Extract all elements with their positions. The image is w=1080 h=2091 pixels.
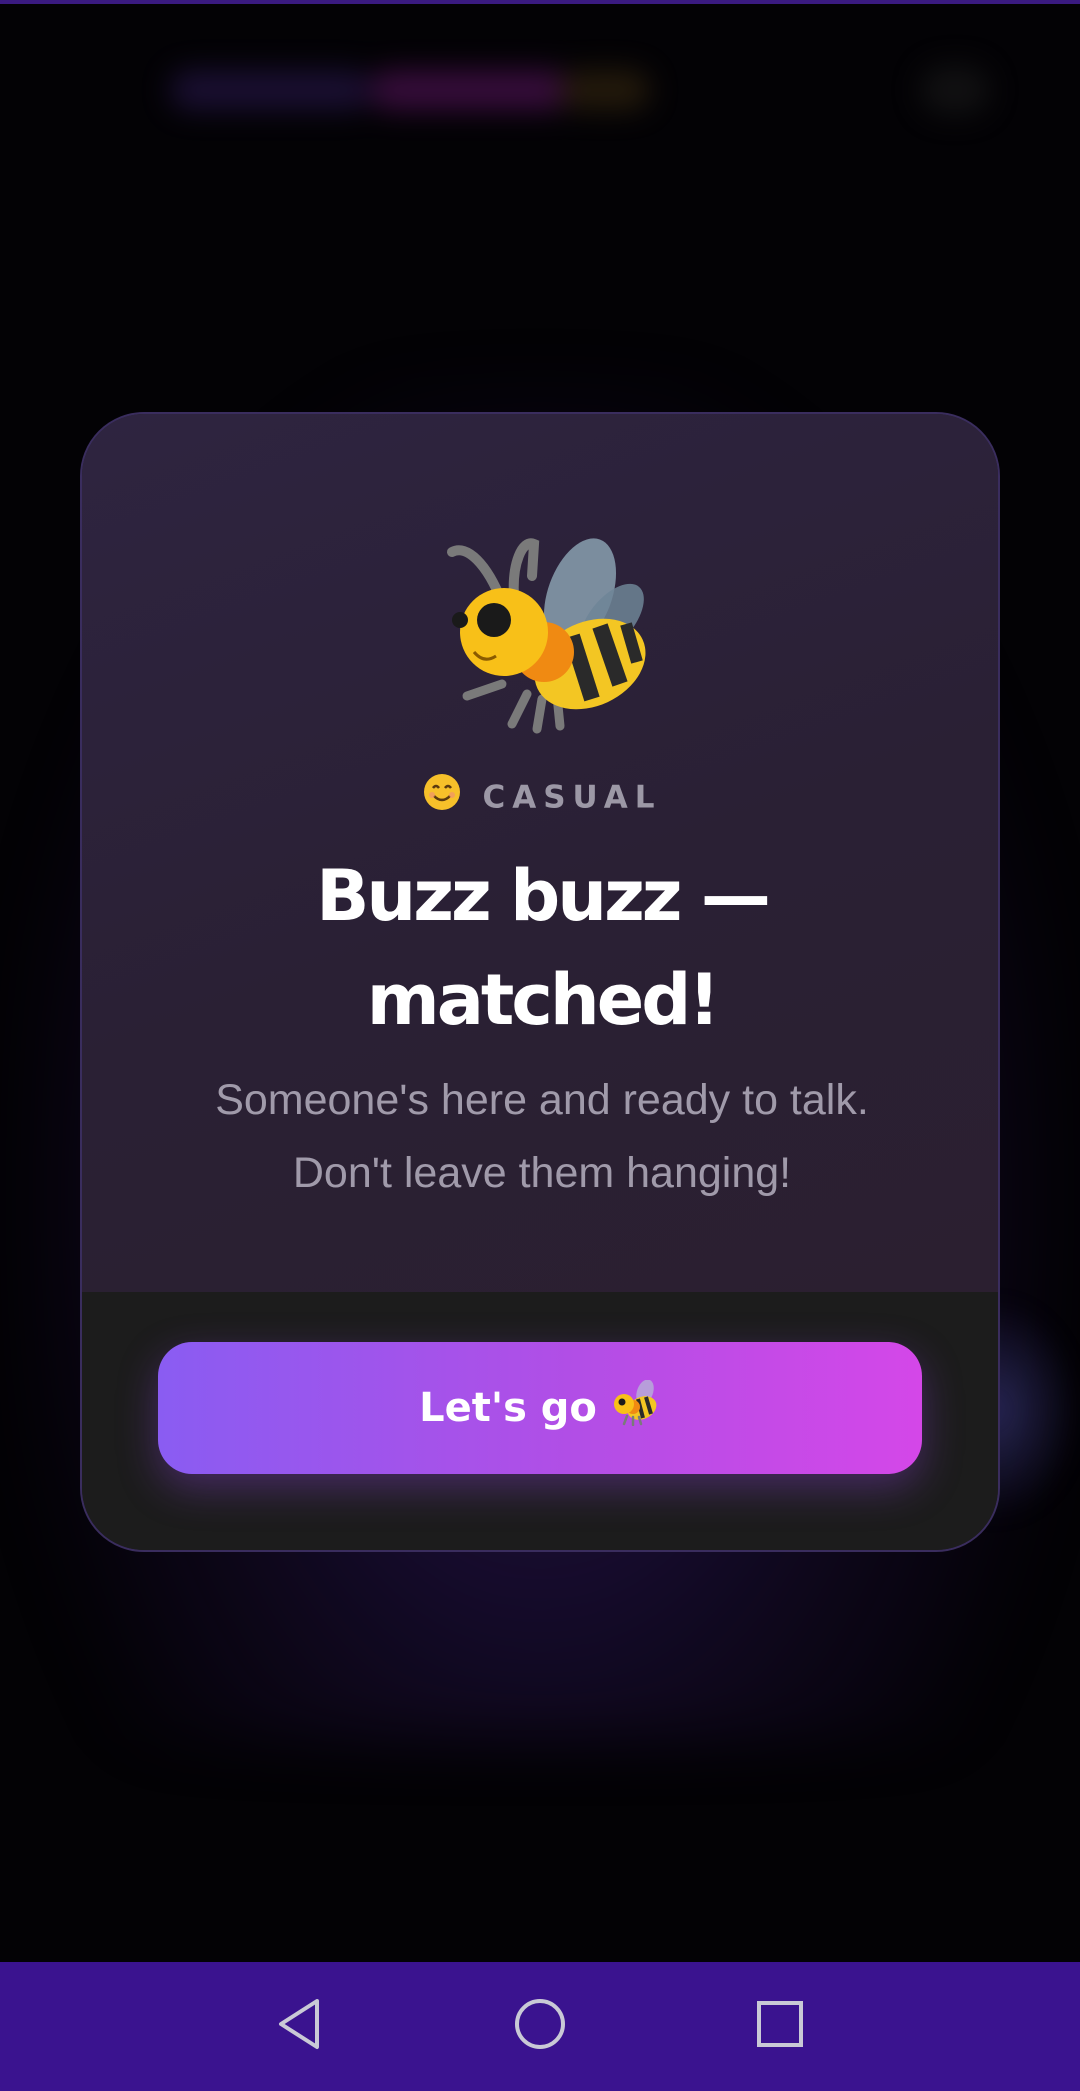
dialog-body: CASUAL Buzz buzz — matched! Someone's he… (82, 414, 998, 1292)
title-line-2: matched! (366, 959, 720, 1041)
match-dialog: CASUAL Buzz buzz — matched! Someone's he… (80, 412, 1000, 1552)
back-icon (275, 1996, 325, 2057)
home-icon (512, 1996, 568, 2057)
subtitle-line-1: Someone's here and ready to talk. (215, 1076, 869, 1124)
match-subtitle: Someone's here and ready to talk. Don't … (142, 1064, 942, 1210)
small-bee-icon (611, 1379, 661, 1436)
home-button[interactable] (460, 1962, 620, 2091)
title-line-1: Buzz buzz — (316, 855, 771, 937)
lets-go-label: Let's go (419, 1385, 597, 1431)
subtitle-line-2: Don't leave them hanging! (292, 1149, 792, 1197)
category-label: CASUAL (82, 774, 998, 820)
recents-icon (754, 1998, 806, 2055)
category-text: CASUAL (482, 779, 662, 816)
smiling-face-icon (422, 772, 462, 820)
back-button[interactable] (220, 1962, 380, 2091)
blurred-background-header (40, 40, 1040, 140)
match-title: Buzz buzz — matched! (142, 844, 942, 1052)
lets-go-button[interactable]: Let's go (158, 1342, 922, 1474)
recents-button[interactable] (700, 1962, 860, 2091)
bee-icon (82, 524, 998, 744)
status-strip (0, 0, 1080, 4)
match-screen: CASUAL Buzz buzz — matched! Someone's he… (0, 0, 1080, 2091)
system-navigation-bar (0, 1962, 1080, 2091)
